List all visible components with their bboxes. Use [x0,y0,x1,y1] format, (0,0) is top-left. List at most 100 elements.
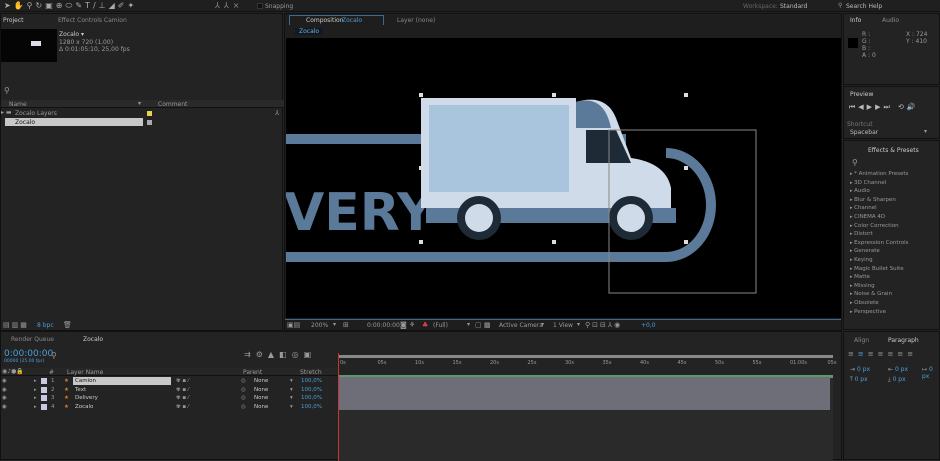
effect-category[interactable]: Missing [844,282,940,291]
chevron-down-icon[interactable]: ▾ [467,321,470,328]
label-color[interactable] [41,395,47,401]
bpc-button[interactable]: 8 bpc [37,322,54,329]
expand-arrow-icon[interactable]: ▸ [34,403,37,411]
effect-category[interactable]: Channel [844,204,940,213]
layer-duration-bars[interactable] [338,377,830,410]
label-color[interactable] [41,378,47,384]
grid-icon[interactable]: ⊞ [343,321,349,329]
chevron-down-icon[interactable]: ▾ [290,386,293,394]
camera-snapshot-icon[interactable]: ◙ ⚘ [400,321,415,329]
timecode-display[interactable]: 0:00:00:00 [4,349,53,359]
effect-category[interactable]: Obsolete [844,299,940,308]
tab-info[interactable]: Info [850,17,861,24]
chevron-down-icon[interactable]: ▾ [290,394,293,402]
layer-name[interactable]: Delivery [73,394,171,402]
parent-pickwhip-icon[interactable]: ◎ [241,386,246,394]
expand-arrow-icon[interactable]: ▸ [34,386,37,394]
effect-category[interactable]: Matte [844,273,940,282]
ellipse-tool-icon[interactable]: ⬭ [66,1,76,10]
col-layer-name[interactable]: Layer Name [67,369,103,376]
search-icon[interactable]: ⚲ [4,86,10,95]
zoom-tool-icon[interactable]: ⚲ [27,1,36,10]
timeline-switches-icons[interactable]: ⇉⚙▲◧◎▣ [244,350,316,359]
effect-category[interactable]: Generate [844,247,940,256]
effect-category[interactable]: * Animation Presets [844,170,940,179]
expand-arrow-icon[interactable]: ▸ [34,394,37,402]
flowchart-icon[interactable]: ⅄ [275,109,279,117]
region-icon[interactable]: ▢ ▩ [475,321,490,329]
stretch-value[interactable]: 100,0% [301,403,322,411]
sort-icon[interactable]: ▾ [138,100,141,107]
chevron-down-icon[interactable]: ▾ [577,321,580,328]
chevron-down-icon[interactable]: ▾ [290,403,293,411]
viewer-canvas[interactable]: VERY [286,38,841,318]
tab-composition[interactable]: Composition Zocalo [289,15,384,25]
axis-mode-icons[interactable]: ⅄⅄⨯ [215,1,243,10]
current-time[interactable]: 0:00:00:00 [367,322,400,329]
stamp-tool-icon[interactable]: ⊥ [99,1,109,10]
search-help-input[interactable]: Search Help [846,3,882,10]
snapping-checkbox[interactable] [257,3,263,9]
layer-row[interactable]: ◉ ▸ 2 ★ Text ✾ ▪ ⁄ ◎ None ▾ 100,0% [1,386,337,394]
layer-name[interactable]: Camion [73,377,171,385]
col-name[interactable]: Name [9,101,27,108]
indent-right-field[interactable]: ⇤ 0 px [888,366,908,373]
stretch-value[interactable]: 100,0% [301,377,322,385]
project-item[interactable]: Zocalo [5,118,143,126]
expand-arrow-icon[interactable]: ▸ [34,377,37,385]
tab-render-queue[interactable]: Render Queue [11,336,54,343]
label-color[interactable] [147,120,152,125]
eraser-tool-icon[interactable]: ◢ [109,1,118,10]
chevron-down-icon[interactable]: ▾ [333,321,336,328]
indent-left-field[interactable]: ⇥ 0 px [850,366,870,373]
tab-align[interactable]: Align [854,337,869,344]
workspace-select[interactable]: Standard [780,3,807,10]
parent-select[interactable]: None [254,403,268,411]
parent-pickwhip-icon[interactable]: ◎ [241,377,246,385]
layer-row[interactable]: ◉ ▸ 1 ★ Camion ✾ ▪ ⁄ ◎ None ▾ 100,0% [1,377,337,385]
playback-controls[interactable]: ⏮◀▶▶⏭ ⟲🔊 [849,103,919,112]
layer-switches[interactable]: ✾ ▪ ⁄ [176,377,189,385]
layer-row[interactable]: ◉ ▸ 4 ★ Zocalo ✾ ▪ ⁄ ◎ None ▾ 100,0% [1,403,337,411]
eye-icon[interactable]: ◉ [2,377,7,385]
space-after-field[interactable]: ⤓ 0 px [888,376,906,384]
tab-paragraph[interactable]: Paragraph [888,337,919,344]
effect-category[interactable]: Audio [844,187,940,196]
chevron-down-icon[interactable]: ▾ [290,377,293,385]
search-icon[interactable]: ⚲ [852,158,858,167]
project-item[interactable]: ▸ ▬ Zocalo Layers [1,109,276,118]
parent-select[interactable]: None [254,394,268,402]
effect-category[interactable]: 3D Channel [844,179,940,188]
tab-audio[interactable]: Audio [882,17,899,24]
layer-name[interactable]: Text [73,386,171,394]
label-color[interactable] [41,386,47,393]
effect-category[interactable]: Color Correction [844,222,940,231]
color-channel-icon[interactable]: ♣ [422,321,428,329]
type-tool-icon[interactable]: T [85,1,93,10]
snapshot-icon[interactable]: ▣▤ [287,321,300,329]
effect-category[interactable]: Noise & Grain [844,290,940,299]
zoom-select[interactable]: 200% [311,322,328,329]
rotate-tool-icon[interactable]: ↻ [36,1,46,10]
effect-category[interactable]: CINEMA 4D [844,213,940,222]
label-color[interactable] [147,111,152,116]
tab-effects-presets[interactable]: Effects & Presets [868,147,919,154]
search-icon[interactable]: ⚲ [51,351,57,360]
eye-icon[interactable]: ◉ [2,394,7,402]
layer-switches[interactable]: ✾ ▪ ⁄ [176,403,189,411]
stretch-value[interactable]: 100,0% [301,394,322,402]
indent-first-field[interactable]: ↦ 0 px [922,366,939,380]
breadcrumb[interactable]: Zocalo [295,28,324,35]
effect-category[interactable]: Keying [844,256,940,265]
tab-project[interactable]: Project [3,17,24,24]
work-area-bar[interactable] [338,355,833,358]
project-footer-icons[interactable]: ▤▥▦ [3,321,29,329]
pan-tool-icon[interactable]: ⊕ [56,1,66,10]
effect-category[interactable]: Blur & Sharpen [844,196,940,205]
col-comment[interactable]: Comment [158,101,187,108]
trash-icon[interactable]: 🗑 [63,321,72,329]
layer-name[interactable]: Zocalo [73,403,171,411]
parent-pickwhip-icon[interactable]: ◎ [241,403,246,411]
roto-tool-icon[interactable]: ✐ [118,1,128,10]
viewer-tools-icons[interactable]: ⚲⊡⊟⅄◉ [585,321,622,329]
